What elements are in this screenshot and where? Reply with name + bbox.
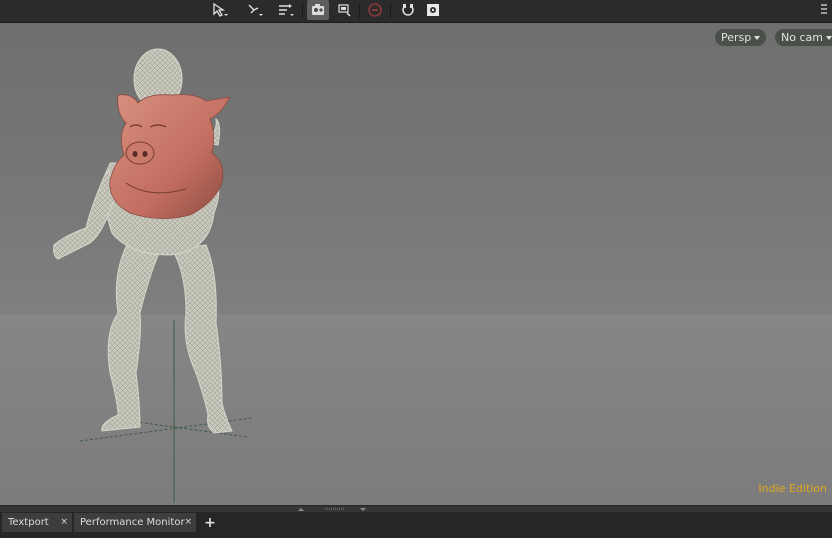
tab-label: Performance Monitor bbox=[80, 517, 185, 528]
view-tool-icon[interactable] bbox=[307, 0, 329, 20]
add-tab-button[interactable]: + bbox=[204, 513, 216, 532]
camera-menu[interactable]: No cam bbox=[775, 29, 832, 46]
character-model bbox=[53, 48, 253, 503]
pose-tool-icon[interactable] bbox=[244, 0, 266, 20]
tab-label: Textport bbox=[8, 517, 49, 528]
tab-textport[interactable]: Textport × bbox=[2, 513, 72, 532]
gear-icon[interactable] bbox=[422, 0, 444, 20]
record-icon[interactable] bbox=[364, 0, 386, 20]
projection-menu[interactable]: Persp bbox=[715, 29, 767, 46]
select-tool-icon[interactable] bbox=[209, 0, 231, 20]
chevron-down-icon bbox=[825, 35, 832, 40]
close-icon[interactable]: × bbox=[184, 517, 192, 527]
chevron-down-icon bbox=[754, 35, 761, 40]
scene-viewport[interactable]: Persp No cam Indie Edition bbox=[0, 23, 832, 505]
projection-label: Persp bbox=[721, 31, 752, 44]
snap-icon[interactable] bbox=[397, 0, 419, 20]
tab-performance-monitor[interactable]: Performance Monitor × bbox=[74, 513, 196, 532]
close-icon[interactable]: × bbox=[60, 517, 68, 527]
toolbar-menu-icon[interactable] bbox=[816, 0, 832, 20]
camera-tool-icon[interactable] bbox=[333, 0, 355, 20]
pane-tab-bar: Textport × Performance Monitor × + bbox=[0, 512, 832, 538]
edition-label: Indie Edition bbox=[758, 482, 827, 495]
handle-tool-icon[interactable] bbox=[275, 0, 297, 20]
camera-label: No cam bbox=[781, 31, 823, 44]
viewer-toolbar bbox=[0, 0, 832, 23]
